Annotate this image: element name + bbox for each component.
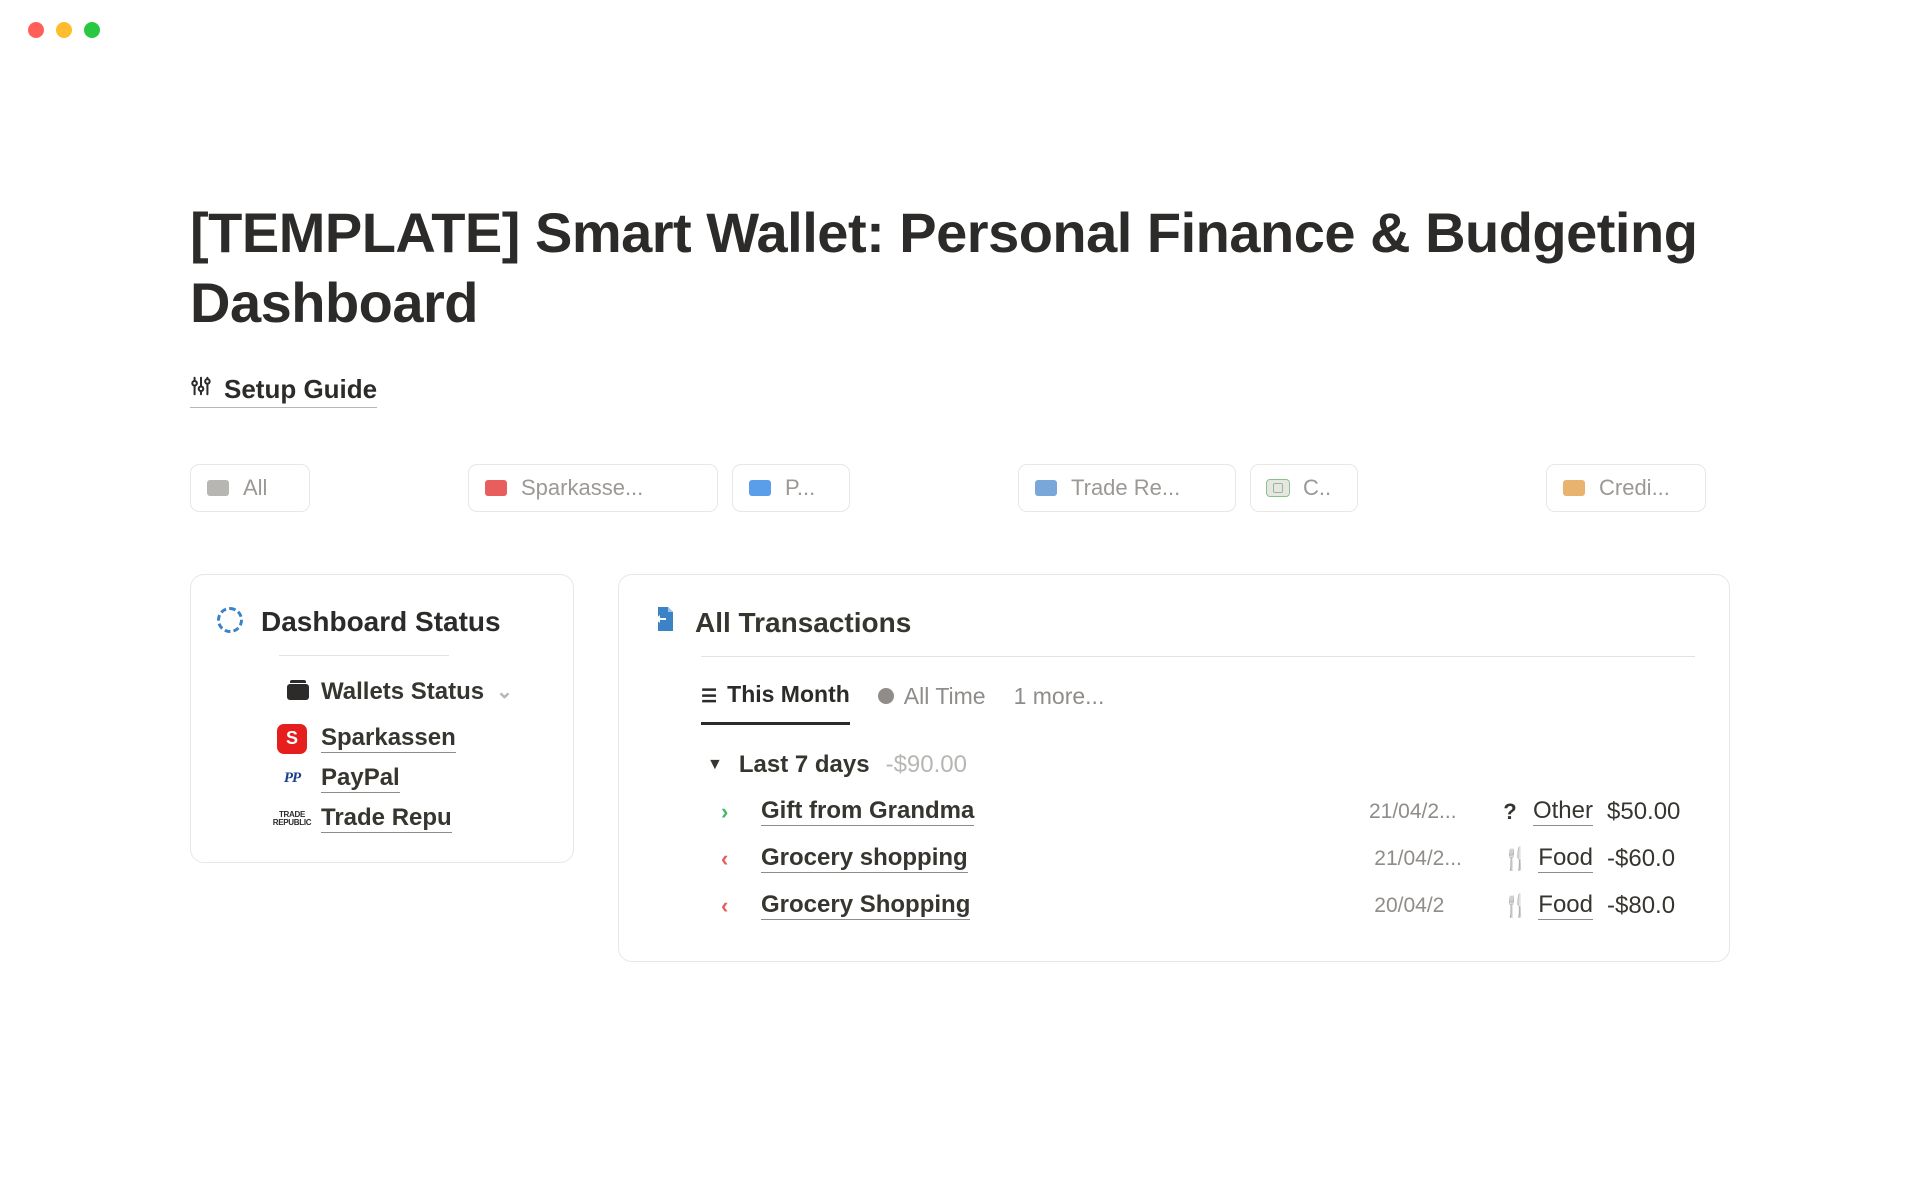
wallets-status-label: Wallets Status [321, 678, 484, 706]
transaction-row[interactable]: ‹ Grocery shopping 21/04/2... 🍴 Food -$6… [721, 844, 1695, 873]
view-tabs-more[interactable]: 1 more... [1014, 683, 1105, 724]
card-icon [749, 480, 771, 496]
arrow-out-icon: ‹ [721, 846, 745, 872]
wallet-item-traderepublic[interactable]: TRADEREPUBLIC Trade Repu [277, 804, 547, 834]
view-tab-all-time[interactable]: All Time [878, 683, 986, 724]
wallet-item-sparkassen[interactable]: S Sparkassen [277, 724, 547, 754]
cash-icon [1267, 480, 1289, 496]
wallet-tab-label: Credi... [1599, 475, 1670, 501]
arrow-in-icon: › [721, 799, 745, 825]
card-icon [1035, 480, 1057, 496]
wallet-item-label: Sparkassen [321, 724, 456, 753]
transaction-name: Grocery Shopping [761, 891, 970, 920]
transactions-icon [653, 605, 677, 640]
dashboard-status-card: Dashboard Status Wallets Status ⌄ S Spar… [190, 574, 574, 863]
all-transactions-title: All Transactions [695, 607, 911, 639]
dashboard-status-title: Dashboard Status [261, 603, 501, 641]
wallet-list: S Sparkassen PP PayPal TRADEREPUBLIC Tra… [277, 724, 547, 834]
wallet-tab-paypal[interactable]: P... [732, 464, 850, 512]
setup-guide-link[interactable]: Setup Guide [190, 374, 377, 408]
dot-icon [878, 688, 894, 704]
group-last-7-days[interactable]: ▼ Last 7 days -$90.00 [707, 751, 1695, 779]
wallet-tab-label: Trade Re... [1071, 475, 1180, 501]
transaction-category: Food [1538, 891, 1593, 920]
wallet-tab-sparkasse[interactable]: Sparkasse... [468, 464, 718, 512]
wallet-item-label: Trade Repu [321, 804, 452, 833]
status-ring-icon [217, 607, 243, 633]
transaction-name: Grocery shopping [761, 844, 968, 873]
wallet-tab-label: C.. [1303, 475, 1331, 501]
chevron-down-icon: ⌄ [496, 679, 513, 704]
window-controls [0, 0, 1920, 38]
transaction-category: Food [1538, 844, 1593, 873]
setup-guide-label: Setup Guide [224, 374, 377, 405]
transaction-date: 21/04/2... [1369, 800, 1479, 824]
sparkasse-icon: S [277, 724, 307, 754]
divider [701, 656, 1695, 657]
transaction-row[interactable]: › Gift from Grandma 21/04/2... ? Other $… [721, 797, 1695, 826]
arrow-out-icon: ‹ [721, 893, 745, 919]
card-icon [485, 480, 507, 496]
page-title: [TEMPLATE] Smart Wallet: Personal Financ… [190, 198, 1730, 338]
wallet-icon [287, 684, 309, 700]
sliders-icon [190, 374, 212, 405]
transaction-row[interactable]: ‹ Grocery Shopping 20/04/2 🍴 Food -$80.0 [721, 891, 1695, 920]
divider [279, 655, 449, 656]
transaction-amount: $50.00 [1607, 798, 1695, 826]
group-label: Last 7 days [739, 751, 870, 779]
view-tab-label: All Time [904, 683, 986, 710]
wallet-tab-traderepublic[interactable]: Trade Re... [1018, 464, 1236, 512]
wallet-tab-cash[interactable]: C.. [1250, 464, 1358, 512]
wallet-tab-label: All [243, 475, 267, 501]
category-food-icon: 🍴 [1502, 846, 1528, 872]
card-icon [207, 480, 229, 496]
category-other-icon: ? [1497, 799, 1523, 825]
card-icon [1563, 480, 1585, 496]
maximize-window-button[interactable] [84, 22, 100, 38]
category-food-icon: 🍴 [1502, 893, 1528, 919]
all-transactions-card: All Transactions This Month All Time 1 m… [618, 574, 1730, 962]
wallets-status-toggle[interactable]: Wallets Status ⌄ [287, 678, 547, 706]
transaction-date: 20/04/2 [1374, 894, 1484, 918]
minimize-window-button[interactable] [56, 22, 72, 38]
transaction-amount: -$80.0 [1607, 892, 1695, 920]
view-tab-label: This Month [727, 681, 850, 708]
triangle-down-icon: ▼ [707, 756, 723, 774]
traderepublic-icon: TRADEREPUBLIC [277, 804, 307, 834]
wallet-tab-label: P... [785, 475, 815, 501]
group-amount: -$90.00 [886, 751, 967, 779]
view-tab-this-month[interactable]: This Month [701, 681, 850, 725]
transaction-name: Gift from Grandma [761, 797, 974, 826]
transaction-category: Other [1533, 797, 1593, 826]
wallet-tab-all[interactable]: All [190, 464, 310, 512]
list-icon [701, 681, 717, 708]
wallet-item-paypal[interactable]: PP PayPal [277, 764, 547, 794]
transaction-date: 21/04/2... [1374, 847, 1484, 871]
transaction-amount: -$60.0 [1607, 845, 1695, 873]
wallet-tab-credit[interactable]: Credi... [1546, 464, 1706, 512]
wallet-item-label: PayPal [321, 764, 400, 793]
paypal-icon: PP [277, 764, 307, 794]
close-window-button[interactable] [28, 22, 44, 38]
wallet-tabs-row: All Sparkasse... P... Trade Re... C.. Cr… [190, 464, 1730, 512]
view-tabs: This Month All Time 1 more... [701, 681, 1695, 725]
wallet-tab-label: Sparkasse... [521, 475, 643, 501]
